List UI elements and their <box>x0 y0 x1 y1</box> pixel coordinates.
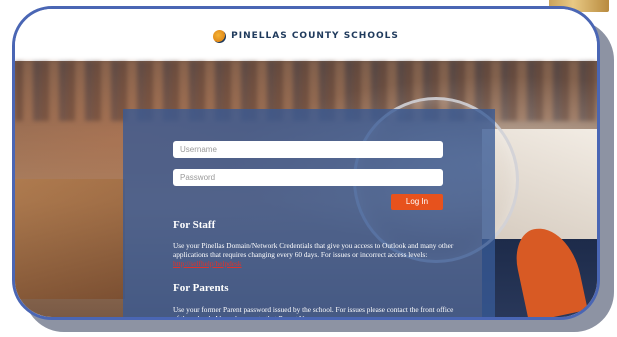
site-logo[interactable]: PINELLAS COUNTY SCHOOLS <box>213 29 399 43</box>
staff-heading: For Staff <box>173 219 216 231</box>
username-input[interactable] <box>173 141 443 158</box>
browser-frame: PINELLAS COUNTY SCHOOLS Log In For Staff… <box>12 6 600 320</box>
org-name: PINELLAS COUNTY SCHOOLS <box>231 31 399 41</box>
staff-instructions: Use your Pinellas Domain/Network Credent… <box>173 241 455 268</box>
parents-instructions: Use your former Parent password issued b… <box>173 305 454 320</box>
site-header: PINELLAS COUNTY SCHOOLS <box>15 9 597 61</box>
background-book-left <box>15 179 125 299</box>
parents-heading: For Parents <box>173 282 229 294</box>
login-button[interactable]: Log In <box>391 194 443 210</box>
helpdesk-link[interactable]: http://selfhelp/helpdesk <box>173 259 242 268</box>
pinellas-logo-icon <box>213 29 227 43</box>
password-input[interactable] <box>173 169 443 186</box>
staff-body-text: Use your Pinellas Domain/Network Credent… <box>173 241 454 259</box>
screenshot-stage: PINELLAS COUNTY SCHOOLS Log In For Staff… <box>0 0 617 337</box>
